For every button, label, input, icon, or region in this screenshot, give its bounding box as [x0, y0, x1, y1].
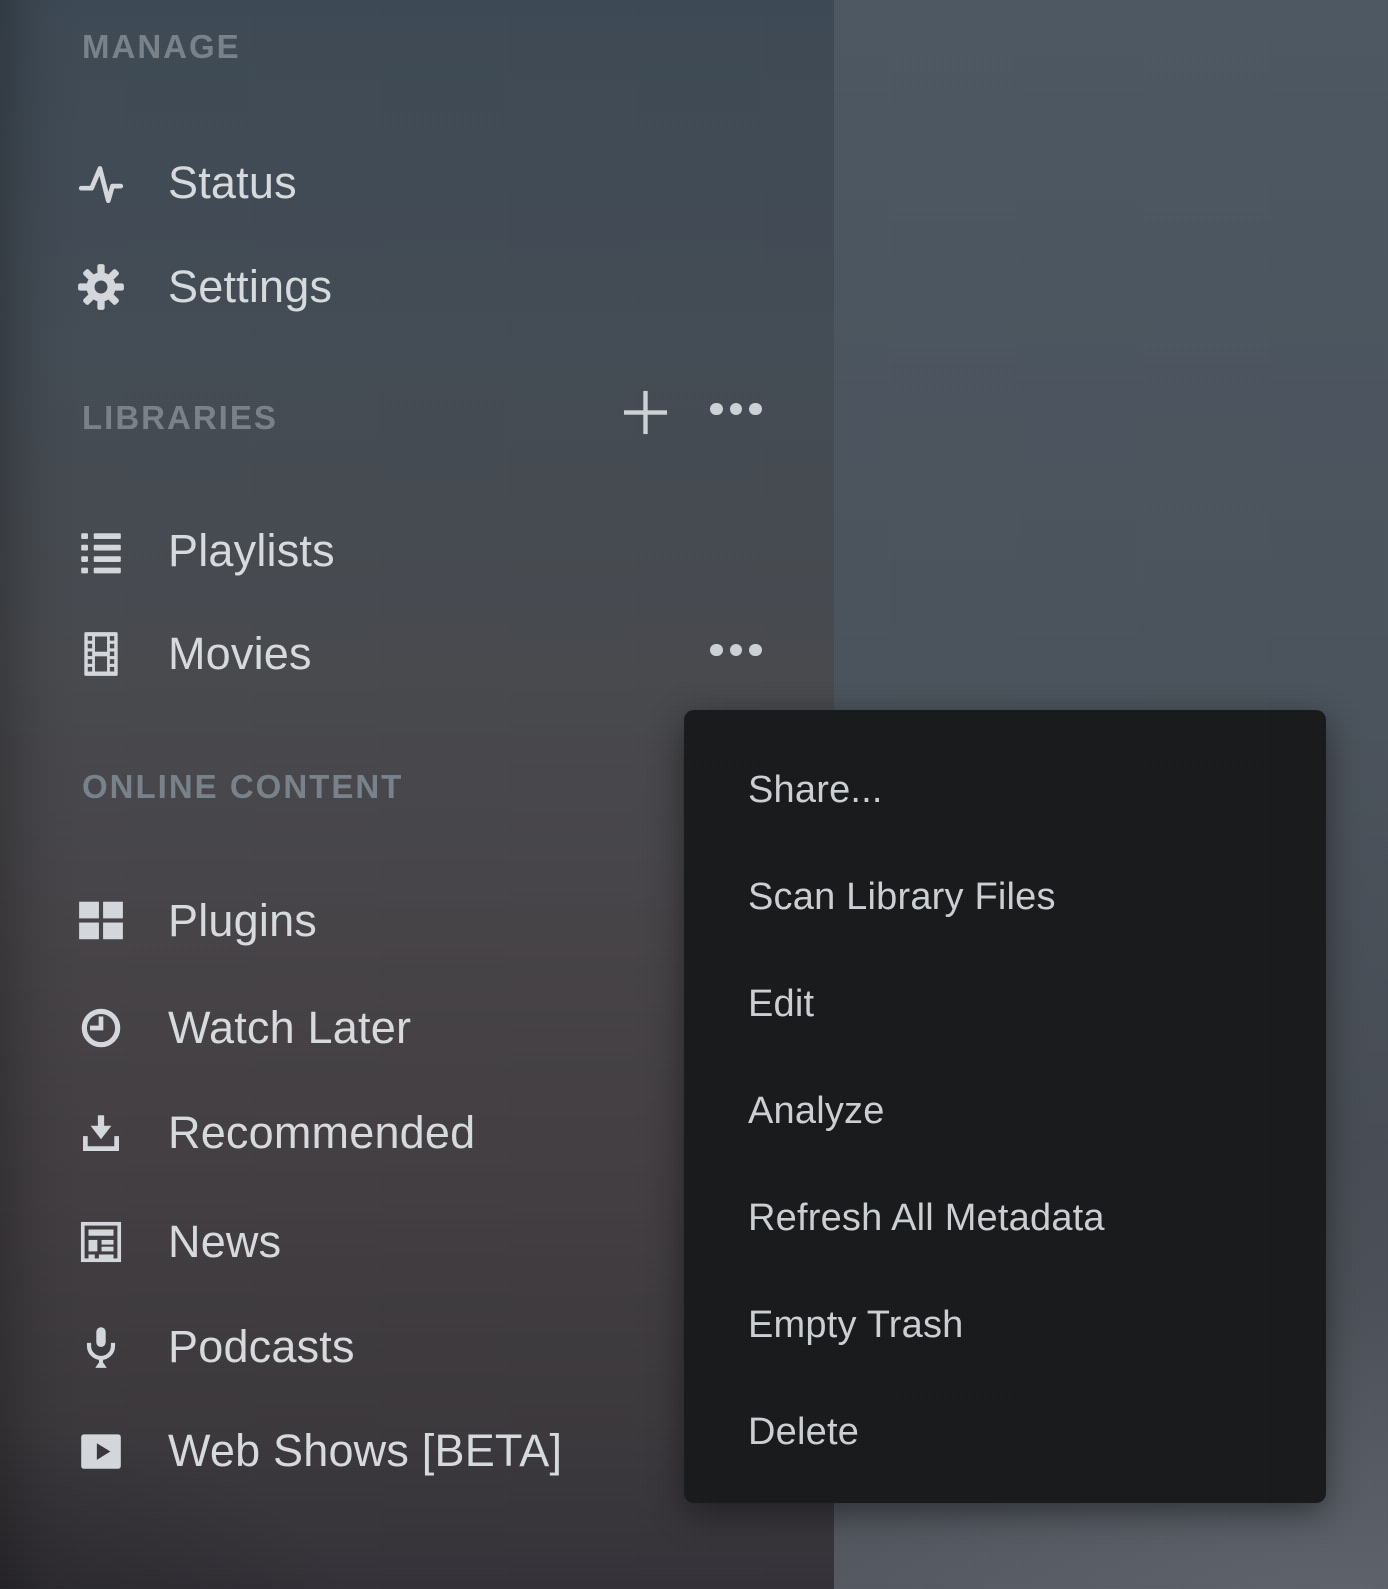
add-library-button[interactable] [615, 382, 675, 442]
section-header-libraries: LIBRARIES [82, 398, 278, 438]
menu-item-refresh-all-metadata[interactable]: Refresh All Metadata [684, 1165, 1326, 1272]
sidebar-item-playlists[interactable]: Playlists [0, 506, 834, 596]
status-icon [75, 157, 127, 209]
menu-item-share[interactable]: Share... [684, 737, 1326, 844]
sidebar-item-label: Playlists [168, 525, 335, 577]
sidebar-item-label: Watch Later [168, 1002, 411, 1054]
section-header-online-content: ONLINE CONTENT [82, 767, 403, 807]
menu-item-edit[interactable]: Edit [684, 951, 1326, 1058]
podcasts-icon [75, 1321, 127, 1373]
ellipsis-icon [710, 644, 762, 657]
plugins-icon [75, 895, 127, 947]
playlists-icon [75, 525, 127, 577]
sidebar-item-label: Plugins [168, 895, 317, 947]
menu-item-delete[interactable]: Delete [684, 1379, 1326, 1486]
sidebar-item-label: Movies [168, 628, 312, 680]
dot [710, 403, 723, 416]
dot [710, 644, 723, 657]
plus-icon [622, 389, 669, 436]
sidebar-item-label: Web Shows [BETA] [168, 1425, 562, 1477]
menu-item-analyze[interactable]: Analyze [684, 1058, 1326, 1165]
sidebar-item-label: News [168, 1216, 281, 1268]
menu-item-empty-trash[interactable]: Empty Trash [684, 1272, 1326, 1379]
recommended-icon [75, 1107, 127, 1159]
movies-more-button[interactable] [706, 620, 766, 680]
library-context-menu: Share... Scan Library Files Edit Analyze… [684, 710, 1326, 1503]
menu-item-scan-library-files[interactable]: Scan Library Files [684, 844, 1326, 951]
watch-later-icon [75, 1002, 127, 1054]
dot [730, 644, 743, 657]
dot [749, 644, 762, 657]
web-shows-icon [75, 1425, 127, 1477]
news-icon [75, 1216, 127, 1268]
plex-sidebar-screen: MANAGE Status [0, 0, 1388, 1589]
ellipsis-icon [710, 403, 762, 416]
sidebar-item-settings[interactable]: Settings [0, 242, 834, 332]
section-header-manage: MANAGE [82, 27, 241, 67]
settings-icon [75, 261, 127, 313]
sidebar-item-label: Settings [168, 261, 332, 313]
dot [749, 403, 762, 416]
sidebar-item-status[interactable]: Status [0, 138, 834, 228]
libraries-more-button[interactable] [706, 379, 766, 439]
sidebar-item-label: Status [168, 157, 297, 209]
sidebar-item-label: Podcasts [168, 1321, 355, 1373]
dot [730, 403, 743, 416]
sidebar-item-label: Recommended [168, 1107, 475, 1159]
movies-icon [75, 628, 127, 680]
